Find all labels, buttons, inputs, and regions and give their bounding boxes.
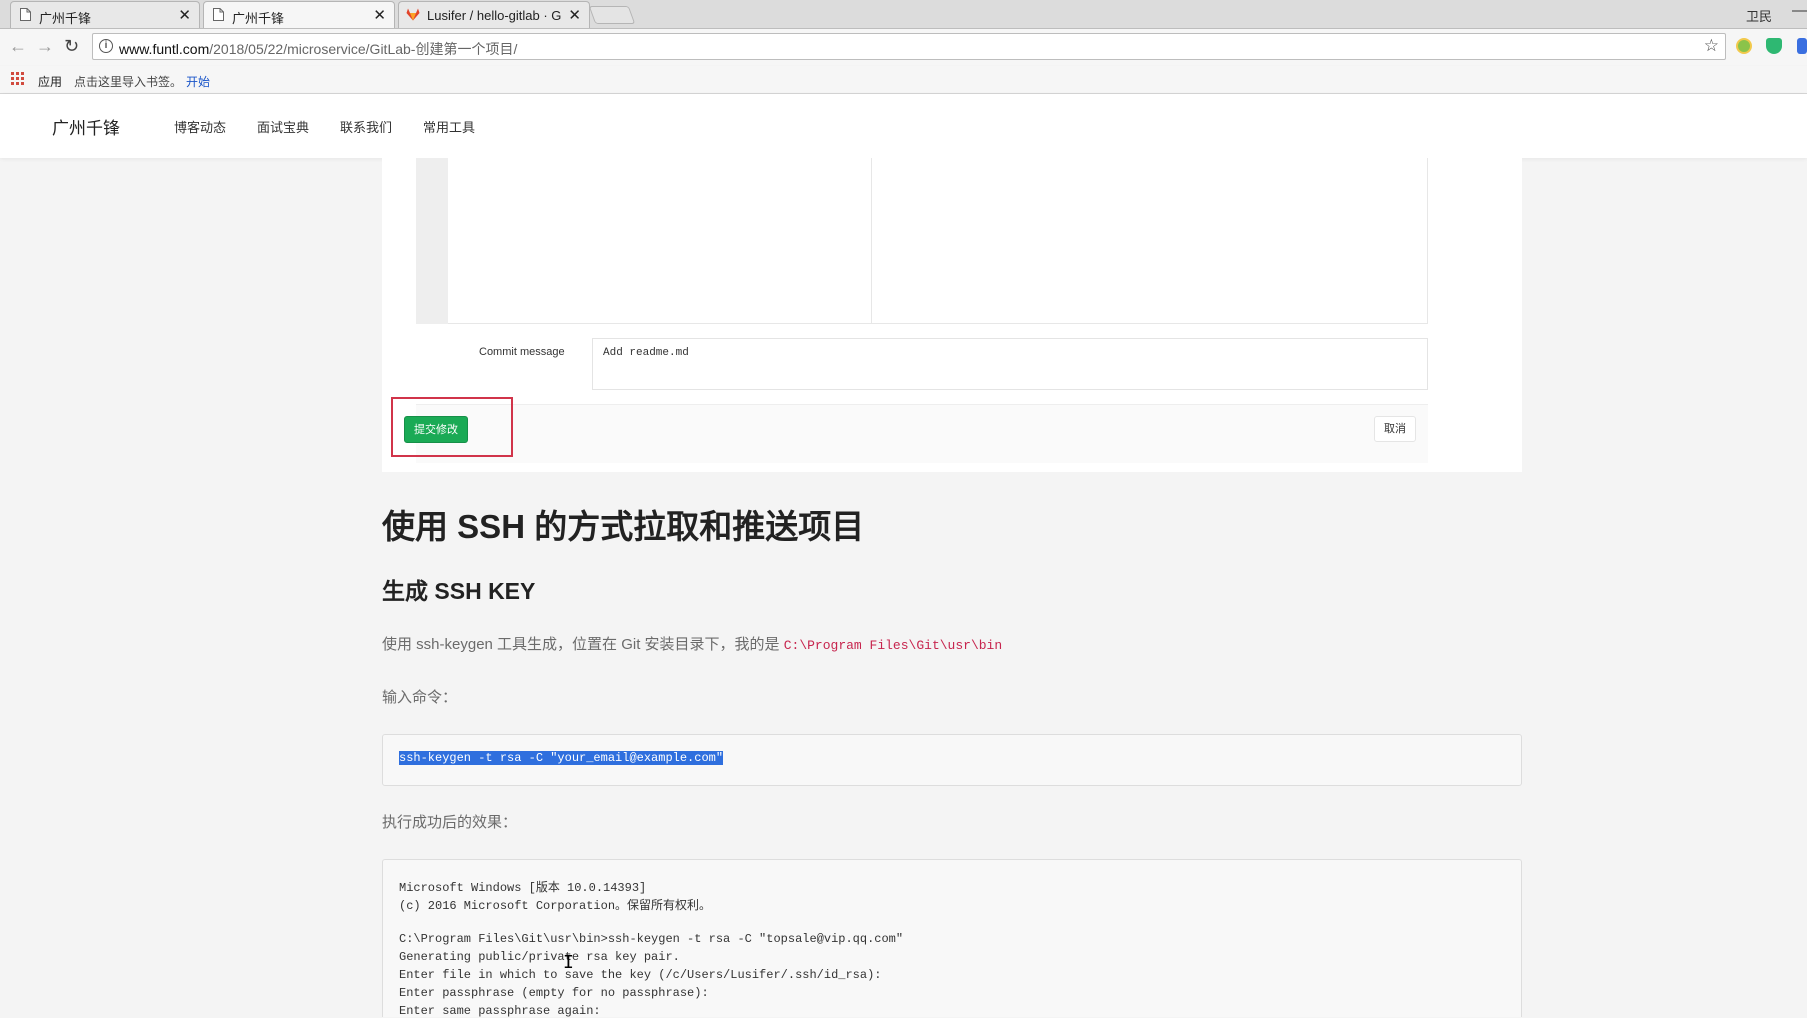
paragraph-text: 使用 ssh-keygen 工具生成，位置在 Git 安装目录下，我的是 [382,636,784,653]
command-code-block: ssh-keygen -t rsa -C "your_email@example… [382,734,1522,786]
forward-arrow-icon[interactable]: → [36,36,54,57]
command-text[interactable]: ssh-keygen -t rsa -C "your_email@example… [399,751,724,765]
terminal-line: Generating public/private rsa key pair. [399,950,680,964]
terminal-line: Enter same passphrase again: [399,1004,601,1018]
editor-pane [448,158,872,324]
apps-grid-icon[interactable] [11,72,25,86]
site-brand[interactable]: 广州千锋 [52,114,120,139]
close-icon[interactable]: ✕ [568,6,581,24]
tab-guangzhou-qianfeng-2[interactable]: 广州千锋 ✕ [203,1,395,28]
nav-tools[interactable]: 常用工具 [423,117,475,136]
text-cursor-icon: I [563,952,574,973]
subsection-heading: 生成 SSH KEY [382,578,536,604]
gitlab-editor-screenshot: Commit message Add readme.md 提交修改 取消 [382,158,1522,472]
site-header: 广州千锋 博客动态 面试宝典 联系我们 常用工具 [0,94,1807,158]
commit-message-label: Commit message [479,346,565,358]
submit-changes-button: 提交修改 [404,416,468,443]
new-tab-button[interactable] [588,6,636,24]
preview-pane [872,158,1428,324]
bookmarks-bar: 应用 点击这里导入书签。 开始 [0,66,1807,94]
commit-message-field: Add readme.md [592,338,1428,390]
info-icon[interactable]: i [99,39,113,53]
nav-interview[interactable]: 面试宝典 [257,117,309,136]
tab-title: 广州千锋 [39,11,92,26]
nav-contact[interactable]: 联系我们 [340,117,392,136]
url-domain: www.funtl.com [119,41,210,57]
terminal-line: (c) 2016 Microsoft Corporation。保留所有权利。 [399,899,712,913]
extension-blue-icon[interactable] [1797,38,1807,54]
reload-icon[interactable]: ↻ [64,36,79,57]
terminal-line: Enter file in which to save the key (/c/… [399,968,882,982]
inline-code-path: C:\Program Files\Git\usr\bin [783,638,1003,653]
gitlab-icon [406,8,420,21]
tab-title: Lusifer / hello-gitlab · G [427,8,562,23]
browser-tab-bar: 广州千锋 ✕ 广州千锋 ✕ Lusifer / hello-gitlab · G… [0,0,1807,29]
page-icon [20,8,31,21]
url-text[interactable]: www.funtl.com/2018/05/22/microservice/Gi… [119,39,517,59]
close-icon[interactable]: ✕ [178,6,191,24]
paragraph-keygen-location: 使用 ssh-keygen 工具生成，位置在 Git 安装目录下，我的是 C:\… [382,633,1002,654]
paragraph-input-command: 输入命令： [382,689,458,706]
section-heading: 使用 SSH 的方式拉取和推送项目 [382,508,865,545]
shield-icon[interactable] [1766,38,1782,54]
bookmark-star-icon[interactable]: ☆ [1704,36,1719,56]
cancel-button: 取消 [1374,416,1416,442]
form-actions: 提交修改 取消 [391,397,1428,463]
browser-toolbar: ← → ↻ i www.funtl.com/2018/05/22/microse… [0,29,1807,65]
editor-gutter [416,158,448,324]
terminal-line: Enter passphrase (empty for no passphras… [399,986,709,1000]
bookmark-start-link[interactable]: 开始 [186,73,210,90]
extension-green-icon[interactable] [1736,38,1752,54]
bookmark-import-hint: 点击这里导入书签。 [74,75,183,89]
bookmark-apps[interactable]: 应用 [38,73,62,90]
url-path: /2018/05/22/microservice/GitLab-创建第一个项目/ [209,41,518,57]
page-icon [213,8,224,21]
terminal-line: C:\Program Files\Git\usr\bin>ssh-keygen … [399,932,904,946]
nav-blog[interactable]: 博客动态 [174,117,226,136]
minimize-icon[interactable]: — [1792,2,1807,19]
address-bar[interactable]: i www.funtl.com/2018/05/22/microservice/… [92,33,1726,60]
terminal-output-block: Microsoft Windows [版本 10.0.14393] (c) 20… [382,859,1522,1018]
close-icon[interactable]: ✕ [373,6,386,24]
tab-gitlab[interactable]: Lusifer / hello-gitlab · G ✕ [398,1,590,28]
tab-guangzhou-qianfeng-1[interactable]: 广州千锋 ✕ [10,1,200,28]
terminal-line: Microsoft Windows [版本 10.0.14393] [399,881,647,895]
profile-name[interactable]: 卫民 [1746,6,1772,25]
back-arrow-icon[interactable]: ← [9,36,27,57]
tab-title: 广州千锋 [232,11,285,26]
paragraph-result: 执行成功后的效果： [382,814,518,831]
